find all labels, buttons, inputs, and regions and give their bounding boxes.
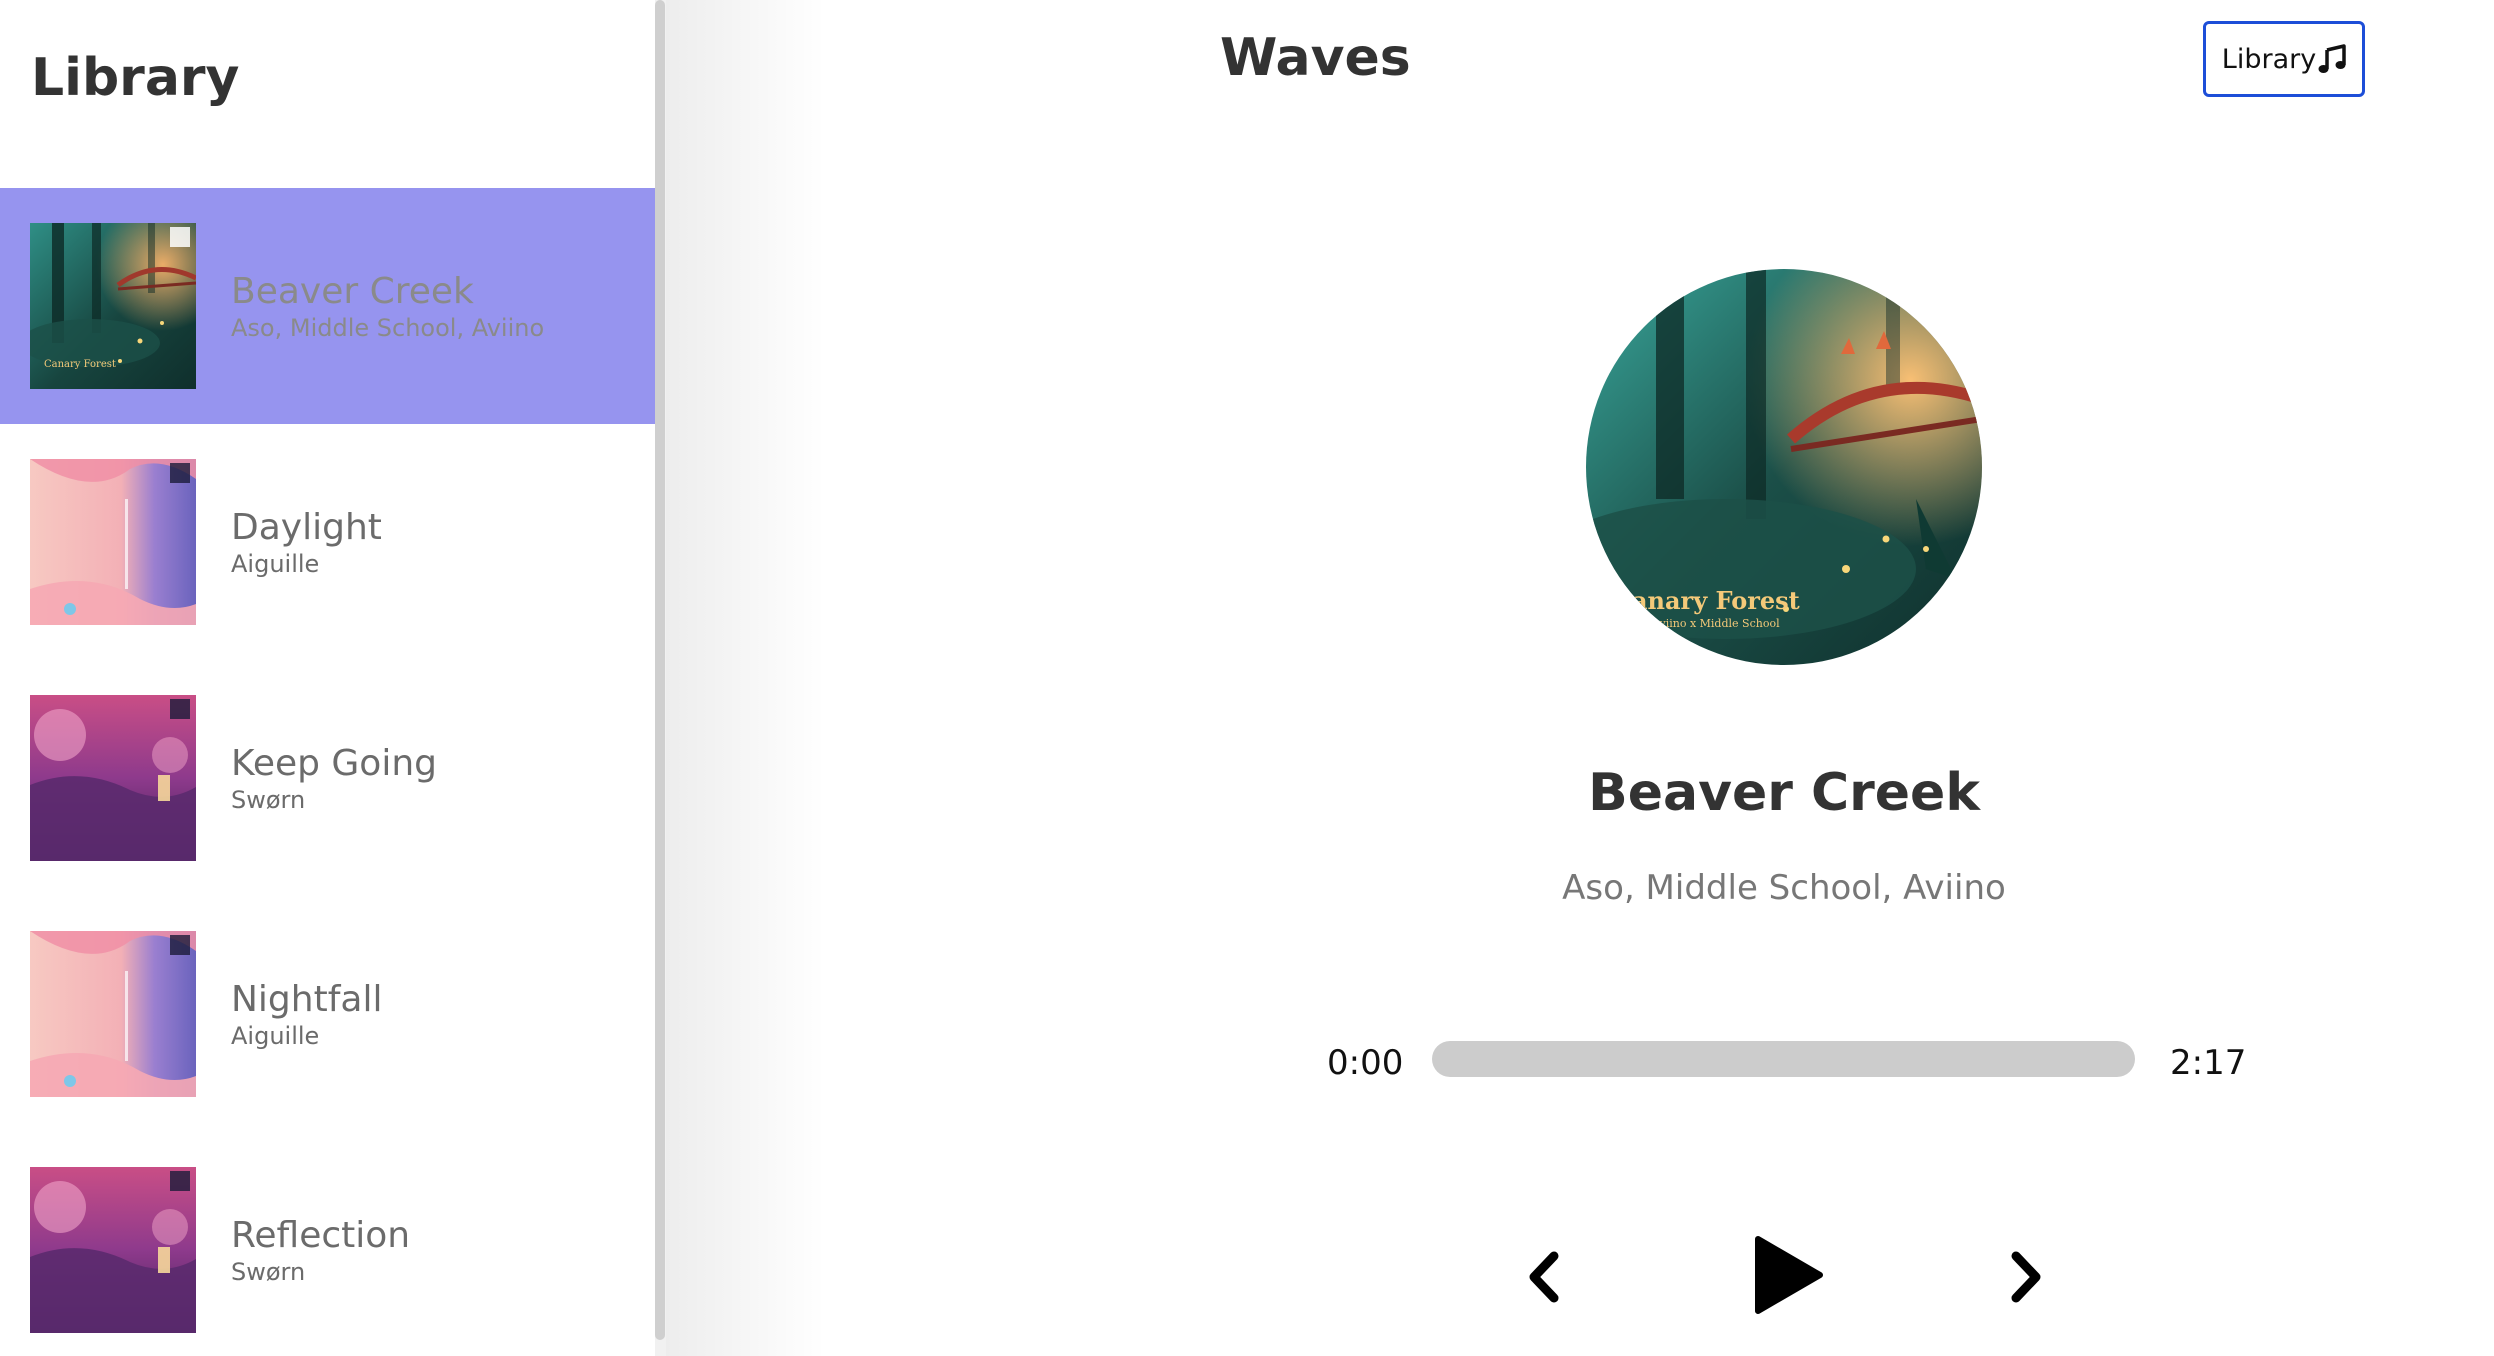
music-player-app: Library Canary Forest Beaver Creek Aso, …: [0, 0, 2494, 1356]
song-text: Nightfall Aiguille: [231, 980, 382, 1050]
library-toggle-button[interactable]: Library: [2203, 21, 2365, 97]
app-title: Waves: [1220, 28, 1411, 88]
previous-track-button[interactable]: [1524, 1250, 1564, 1304]
song-cover-image: [30, 1167, 196, 1333]
library-scrollbar[interactable]: [655, 0, 665, 1340]
song-item-nightfall[interactable]: Nightfall Aiguille: [0, 896, 655, 1132]
song-cover-image: Canary Forest: [30, 223, 196, 389]
song-text: Beaver Creek Aso, Middle School, Aviino: [231, 272, 544, 342]
now-playing-artist: Aso, Middle School, Aviino: [1562, 868, 2006, 908]
play-button[interactable]: [1752, 1235, 1824, 1315]
song-name: Reflection: [231, 1215, 411, 1256]
play-icon: [1752, 1235, 1824, 1315]
song-artist: Swørn: [231, 785, 306, 814]
song-artist: Aso, Middle School, Aviino: [231, 313, 545, 342]
music-note-icon: [2318, 44, 2346, 74]
library-title: Library: [31, 48, 240, 108]
sidebar-shadow: [666, 0, 826, 1356]
song-artist: Aiguille: [231, 549, 320, 578]
song-item-beaver-creek[interactable]: Canary Forest Beaver Creek Aso, Middle S…: [0, 188, 655, 424]
song-text: Keep Going Swørn: [231, 744, 437, 814]
song-cover-image: [30, 459, 196, 625]
now-playing-title: Beaver Creek: [1588, 763, 1980, 823]
song-item-reflection[interactable]: Reflection Swørn: [0, 1132, 655, 1356]
cover-subtitle-text: Aviino x Middle School: [1651, 617, 1780, 630]
song-list: Canary Forest Beaver Creek Aso, Middle S…: [0, 188, 655, 1356]
library-sidebar: Library Canary Forest Beaver Creek Aso, …: [0, 0, 655, 1356]
song-item-daylight[interactable]: Daylight Aiguille: [0, 424, 655, 660]
progress-slider[interactable]: [1432, 1041, 2135, 1077]
cover-title-text: anary Forest: [1632, 586, 1800, 615]
song-cover-image: [30, 695, 196, 861]
total-time: 2:17: [2170, 1043, 2247, 1083]
current-time: 0:00: [1327, 1043, 1404, 1083]
song-name: Beaver Creek: [231, 271, 474, 312]
song-text: Daylight Aiguille: [231, 508, 382, 578]
song-name: Keep Going: [231, 743, 437, 784]
song-cover-image: [30, 931, 196, 1097]
now-playing-cover-art: anary Forest Aviino x Middle School: [1586, 269, 1982, 665]
cover-text: Canary Forest: [44, 359, 116, 370]
song-name: Nightfall: [231, 979, 383, 1020]
song-artist: Aiguille: [231, 1021, 320, 1050]
song-text: Reflection Swørn: [231, 1216, 410, 1286]
song-name: Daylight: [231, 507, 382, 548]
library-button-label: Library: [2221, 43, 2317, 75]
chevron-right-icon: [2006, 1250, 2046, 1304]
chevron-left-icon: [1524, 1250, 1564, 1304]
song-artist: Swørn: [231, 1257, 306, 1286]
next-track-button[interactable]: [2006, 1250, 2046, 1304]
song-item-keep-going[interactable]: Keep Going Swørn: [0, 660, 655, 896]
